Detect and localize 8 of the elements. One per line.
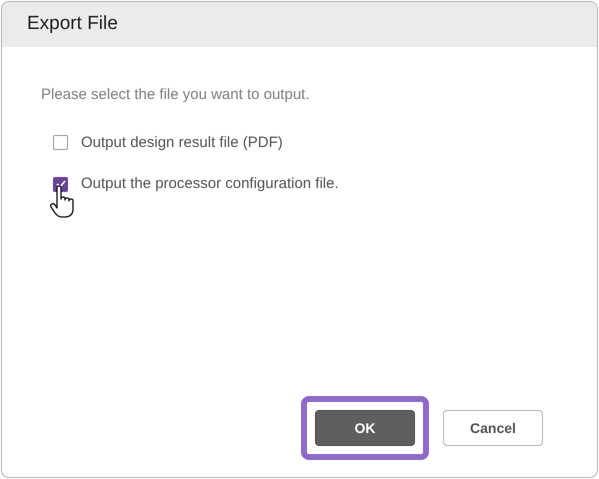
ok-button[interactable]: OK bbox=[315, 410, 415, 446]
checkbox-label: Output design result file (PDF) bbox=[81, 132, 283, 152]
dialog-title: Export File bbox=[27, 12, 118, 36]
cancel-button[interactable]: Cancel bbox=[443, 410, 543, 446]
checkbox[interactable] bbox=[53, 135, 68, 150]
check-icon bbox=[56, 180, 66, 188]
instruction-text: Please select the file you want to output. bbox=[41, 85, 310, 105]
checkbox-label: Output the processor configuration file. bbox=[81, 174, 339, 194]
